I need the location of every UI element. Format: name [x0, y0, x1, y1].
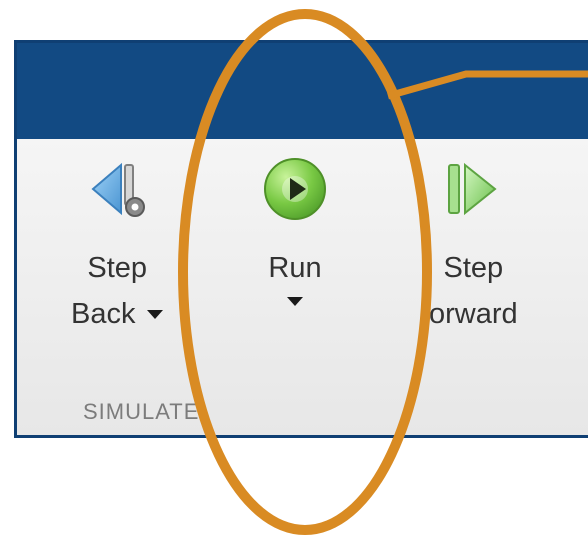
step-back-button[interactable]: Step Back	[71, 153, 164, 331]
run-dropdown-row	[287, 297, 303, 306]
step-back-label-line2: Back	[71, 298, 136, 330]
step-forward-label-line2: orward	[429, 298, 518, 330]
run-label: Run	[268, 252, 322, 284]
step-back-label-row: Back	[71, 297, 164, 331]
toolstrip-title-bar	[17, 43, 588, 141]
toolstrip-body: Step Back Run Step orward SIMULATE	[17, 139, 588, 435]
step-forward-button[interactable]: Step orward	[429, 153, 518, 331]
step-back-dropdown-caret-icon[interactable]	[147, 309, 164, 319]
step-forward-label-row: orward	[429, 297, 518, 331]
step-back-label-line1: Step	[87, 252, 148, 284]
simulation-toolstrip: Step Back Run Step orward SIMULATE	[14, 40, 588, 438]
screenshot-stage: Step Back Run Step orward SIMULATE	[0, 0, 588, 540]
step-forward-icon	[437, 153, 509, 225]
step-back-icon	[81, 153, 153, 225]
simulate-section-label: SIMULATE	[83, 399, 200, 424]
step-forward-label-line1: Step	[443, 252, 504, 284]
run-dropdown-caret-icon[interactable]	[287, 297, 303, 306]
run-icon	[259, 153, 331, 225]
run-button[interactable]: Run	[259, 153, 331, 306]
